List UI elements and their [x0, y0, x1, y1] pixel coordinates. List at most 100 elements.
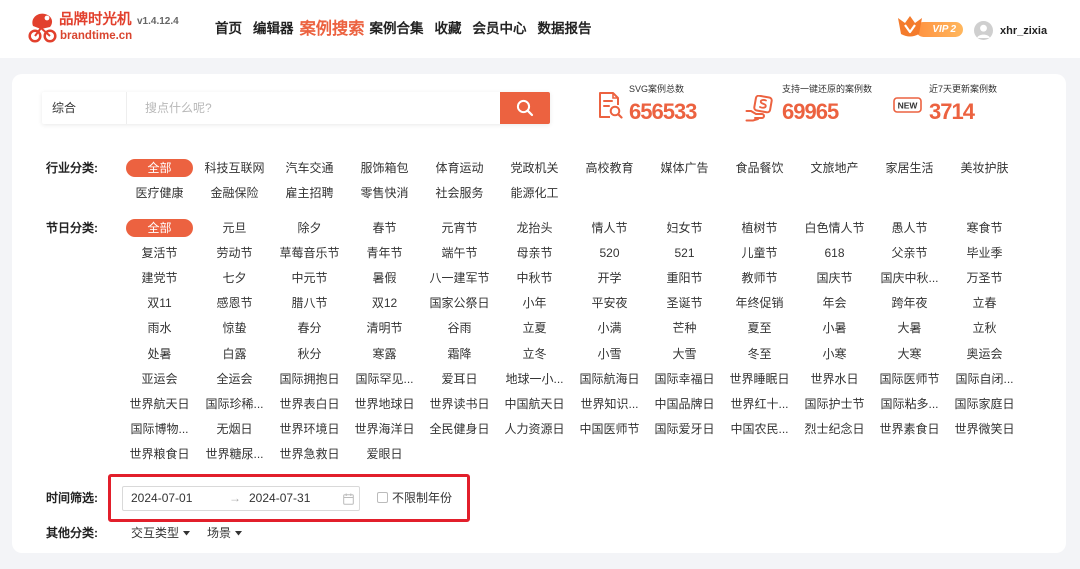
start-date-input[interactable]: 2024-07-01: [131, 491, 192, 506]
holiday-tag[interactable]: 520: [599, 244, 619, 262]
industry-tag[interactable]: 金融保险: [210, 184, 258, 202]
holiday-tag[interactable]: 圣诞节: [666, 294, 702, 312]
holiday-tag[interactable]: 毕业季: [966, 244, 1002, 262]
nav-case-collections[interactable]: 案例合集: [370, 20, 424, 38]
holiday-tag[interactable]: 全运会: [216, 370, 252, 388]
industry-tag[interactable]: 服饰箱包: [360, 159, 408, 177]
holiday-tag[interactable]: 处暑: [147, 345, 171, 363]
holiday-tag[interactable]: 世界地球日: [354, 395, 414, 413]
holiday-tag[interactable]: 重阳节: [666, 269, 702, 287]
holiday-tag[interactable]: 白色情人节: [804, 219, 864, 237]
industry-tag[interactable]: 社会服务: [435, 184, 483, 202]
nav-favorites[interactable]: 收藏: [435, 20, 462, 38]
holiday-tag[interactable]: 521: [674, 244, 694, 262]
holiday-tag[interactable]: 中秋节: [516, 269, 552, 287]
scene-dropdown[interactable]: 场景: [207, 525, 243, 541]
holiday-tag-selected[interactable]: 全部: [126, 218, 193, 237]
holiday-tag[interactable]: 世界睡眠日: [729, 370, 789, 388]
holiday-tag[interactable]: 植树节: [741, 219, 777, 237]
holiday-tag[interactable]: 国际航海日: [579, 370, 639, 388]
holiday-tag[interactable]: 地球一小...: [505, 370, 563, 388]
holiday-tag[interactable]: 腊八节: [291, 294, 327, 312]
industry-tag[interactable]: 党政机关: [510, 159, 558, 177]
holiday-tag[interactable]: 年终促销: [735, 294, 783, 312]
holiday-tag[interactable]: 国家公祭日: [429, 294, 489, 312]
holiday-tag[interactable]: 国际粘多...: [880, 395, 938, 413]
holiday-tag[interactable]: 小满: [597, 319, 621, 337]
industry-tag[interactable]: 食品餐饮: [735, 159, 783, 177]
logo-name[interactable]: 品牌时光机: [59, 10, 132, 30]
holiday-tag[interactable]: 龙抬头: [516, 219, 552, 237]
holiday-tag[interactable]: 草莓音乐节: [279, 244, 339, 262]
holiday-tag[interactable]: 世界环境日: [279, 420, 339, 438]
holiday-tag[interactable]: 芒种: [672, 319, 696, 337]
holiday-tag[interactable]: 儿童节: [741, 244, 777, 262]
nav-editor[interactable]: 编辑器: [253, 20, 294, 38]
holiday-tag[interactable]: 中国品牌日: [654, 395, 714, 413]
holiday-tag[interactable]: 春节: [372, 219, 396, 237]
holiday-tag[interactable]: 世界知识...: [580, 395, 638, 413]
holiday-tag[interactable]: 霜降: [447, 345, 471, 363]
holiday-tag[interactable]: 国际护士节: [804, 395, 864, 413]
holiday-tag[interactable]: 感恩节: [216, 294, 252, 312]
holiday-tag[interactable]: 复活节: [141, 244, 177, 262]
bicycle-logo-icon[interactable]: [27, 11, 58, 43]
industry-tag[interactable]: 高校教育: [585, 159, 633, 177]
holiday-tag[interactable]: 七夕: [222, 269, 246, 287]
industry-tag[interactable]: 文旅地产: [810, 159, 858, 177]
industry-tag-selected[interactable]: 全部: [126, 158, 193, 177]
holiday-tag[interactable]: 青年节: [366, 244, 402, 262]
holiday-tag[interactable]: 小暑: [822, 319, 846, 337]
holiday-tag[interactable]: 春分: [297, 319, 321, 337]
holiday-tag[interactable]: 国际爱牙日: [654, 420, 714, 438]
holiday-tag[interactable]: 爱眼日: [366, 445, 402, 463]
nav-member-center[interactable]: 会员中心: [473, 20, 527, 38]
holiday-tag[interactable]: 世界红十...: [730, 395, 788, 413]
holiday-tag[interactable]: 大暑: [897, 319, 921, 337]
holiday-tag[interactable]: 世界素食日: [879, 420, 939, 438]
holiday-tag[interactable]: 国际拥抱日: [279, 370, 339, 388]
holiday-tag[interactable]: 情人节: [591, 219, 627, 237]
holiday-tag[interactable]: 世界微笑日: [954, 420, 1014, 438]
industry-tag[interactable]: 体育运动: [435, 159, 483, 177]
industry-tag[interactable]: 汽车交通: [285, 159, 333, 177]
holiday-tag[interactable]: 世界急救日: [279, 445, 339, 463]
username[interactable]: xhr_zixia: [1000, 24, 1047, 38]
holiday-tag[interactable]: 跨年夜: [891, 294, 927, 312]
end-date-input[interactable]: 2024-07-31: [249, 491, 310, 506]
holiday-tag[interactable]: 父亲节: [891, 244, 927, 262]
holiday-tag[interactable]: 立秋: [972, 319, 996, 337]
holiday-tag[interactable]: 人力资源日: [504, 420, 564, 438]
holiday-tag[interactable]: 奥运会: [966, 345, 1002, 363]
industry-tag[interactable]: 美妆护肤: [960, 159, 1008, 177]
holiday-tag[interactable]: 万圣节: [966, 269, 1002, 287]
holiday-tag[interactable]: 世界航天日: [129, 395, 189, 413]
holiday-tag[interactable]: 秋分: [297, 345, 321, 363]
holiday-tag[interactable]: 暑假: [372, 269, 396, 287]
search-button[interactable]: [500, 92, 550, 124]
holiday-tag[interactable]: 全民健身日: [429, 420, 489, 438]
holiday-tag[interactable]: 国庆节: [816, 269, 852, 287]
interaction-type-dropdown[interactable]: 交互类型: [131, 525, 191, 541]
holiday-tag[interactable]: 国际家庭日: [954, 395, 1014, 413]
holiday-tag[interactable]: 清明节: [366, 319, 402, 337]
holiday-tag[interactable]: 中国航天日: [504, 395, 564, 413]
holiday-tag[interactable]: 寒露: [372, 345, 396, 363]
holiday-tag[interactable]: 白露: [222, 345, 246, 363]
holiday-tag[interactable]: 无烟日: [216, 420, 252, 438]
industry-tag[interactable]: 雇主招聘: [285, 184, 333, 202]
holiday-tag[interactable]: 母亲节: [516, 244, 552, 262]
holiday-tag[interactable]: 国际自闭...: [955, 370, 1013, 388]
industry-tag[interactable]: 医疗健康: [135, 184, 183, 202]
vip-badge[interactable]: VIP 2: [896, 15, 964, 39]
holiday-tag[interactable]: 谷雨: [447, 319, 471, 337]
nav-case-search[interactable]: 案例搜索: [299, 18, 364, 40]
holiday-tag[interactable]: 年会: [822, 294, 846, 312]
holiday-tag[interactable]: 世界水日: [810, 370, 858, 388]
holiday-tag[interactable]: 618: [824, 244, 844, 262]
holiday-tag[interactable]: 教师节: [741, 269, 777, 287]
holiday-tag[interactable]: 除夕: [297, 219, 321, 237]
holiday-tag[interactable]: 立春: [972, 294, 996, 312]
nav-home[interactable]: 首页: [215, 20, 242, 38]
holiday-tag[interactable]: 愚人节: [891, 219, 927, 237]
